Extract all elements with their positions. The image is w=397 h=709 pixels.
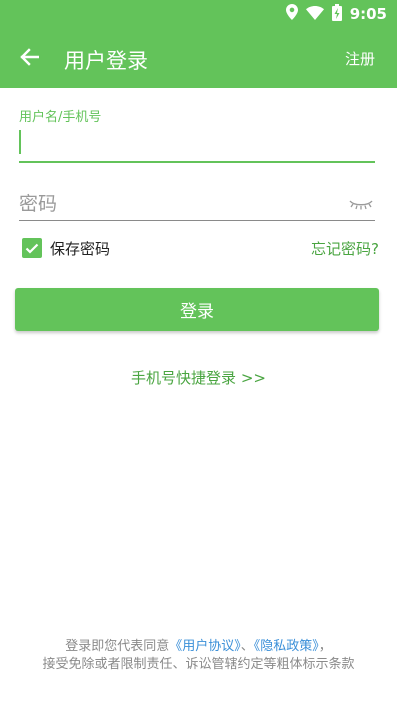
checkbox-checked-icon[interactable] bbox=[22, 238, 42, 258]
status-time: 9:05 bbox=[349, 5, 387, 23]
terms-notice: 登录即您代表同意《用户协议》、《隐私政策》， 接受免除或者限制责任、诉讼管辖约定… bbox=[0, 638, 397, 674]
user-agreement-link[interactable]: 《用户协议》 bbox=[169, 639, 241, 654]
phone-quick-login-link[interactable]: 手机号快捷登录 >> bbox=[131, 369, 266, 387]
password-field-container bbox=[19, 188, 375, 221]
register-button[interactable]: 注册 bbox=[345, 48, 375, 69]
remember-password-label: 保存密码 bbox=[50, 239, 111, 258]
arrow-left-icon bbox=[19, 48, 40, 70]
remember-password-toggle[interactable]: 保存密码 bbox=[22, 237, 110, 259]
back-button[interactable] bbox=[14, 44, 44, 74]
terms-prefix: 登录即您代表同意 bbox=[65, 639, 170, 654]
password-input[interactable] bbox=[19, 188, 339, 220]
page-title: 用户登录 bbox=[64, 49, 148, 73]
username-input[interactable] bbox=[19, 126, 375, 161]
battery-charging-icon bbox=[331, 3, 342, 25]
location-icon bbox=[285, 4, 298, 24]
terms-comma: ， bbox=[318, 639, 332, 654]
username-label: 用户名/手机号 bbox=[19, 110, 102, 125]
privacy-policy-link[interactable]: 《隐私政策》 bbox=[254, 639, 319, 654]
login-button[interactable]: 登录 bbox=[15, 288, 379, 331]
text-cursor bbox=[19, 130, 21, 154]
forgot-password-link[interactable]: 忘记密码? bbox=[311, 238, 379, 259]
eye-closed-icon[interactable] bbox=[349, 196, 373, 212]
terms-line-1: 登录即您代表同意《用户协议》、《隐私政策》， bbox=[0, 638, 397, 656]
wifi-icon bbox=[305, 5, 324, 24]
username-field-container bbox=[19, 126, 375, 163]
toolbar: 用户登录 注册 bbox=[0, 40, 397, 80]
terms-separator: 、 bbox=[240, 639, 254, 654]
quick-login-container: 手机号快捷登录 >> bbox=[0, 367, 397, 388]
terms-line-2: 接受免除或者限制责任、诉讼管辖约定等粗体标示条款 bbox=[42, 657, 355, 672]
status-bar: 9:05 bbox=[0, 0, 397, 28]
app-bar: 9:05 用户登录 注册 bbox=[0, 0, 397, 88]
